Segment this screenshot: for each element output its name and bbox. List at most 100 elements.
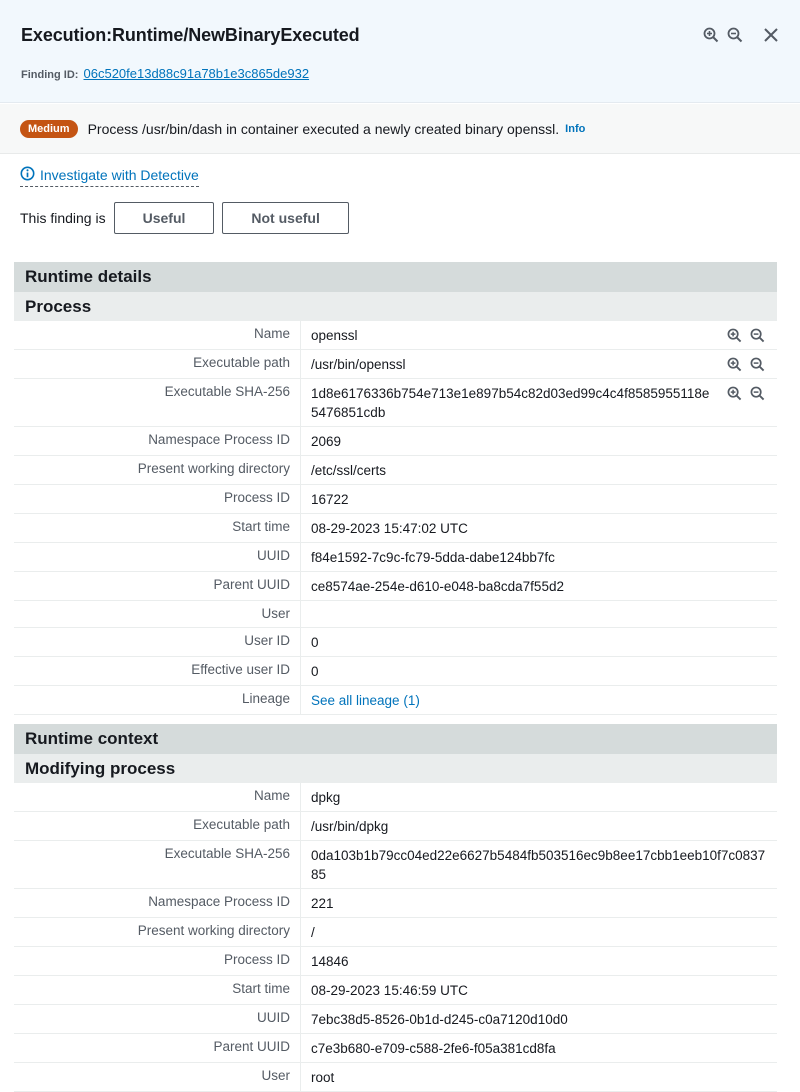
zoom-out-icon[interactable] (749, 327, 765, 343)
field-value: 0 (311, 635, 319, 650)
zoom-in-icon[interactable] (702, 26, 720, 44)
field-value-cell: 2069 (301, 427, 777, 455)
detective-link-label: Investigate with Detective (40, 167, 199, 183)
table-row: Present working directory/etc/ssl/certs (14, 456, 777, 485)
field-value-cell: 08-29-2023 15:46:59 UTC (301, 976, 777, 1004)
field-value-cell: 0 (301, 657, 777, 685)
table-row: Namespace Process ID 221 (14, 889, 777, 918)
filter-actions (719, 327, 765, 343)
finding-header: Execution:Runtime/NewBinaryExecuted Find… (0, 0, 800, 103)
table-row: Executable SHA-256 0da103b1b79cc04ed22e66… (14, 841, 777, 889)
field-value-cell: See all lineage (1) (301, 686, 777, 714)
field-value: c7e3b680-e709-c588-2fe6-f05a381cd8fa (311, 1041, 556, 1056)
table-row: User ID 0 (14, 628, 777, 657)
modifying-process-subtitle: Modifying process (14, 754, 777, 783)
zoom-out-icon[interactable] (726, 26, 744, 44)
severity-badge: Medium (20, 119, 78, 138)
field-value: openssl (311, 328, 358, 343)
field-value-cell: 221 (301, 889, 777, 917)
field-value: 0 (311, 664, 319, 679)
field-label: Parent UUID (14, 1034, 301, 1062)
table-row: Parent UUID c7e3b680-e709-c588-2fe6-f05a3… (14, 1034, 777, 1063)
finding-summary: Medium Process /usr/bin/dash in containe… (0, 104, 800, 154)
field-label: Start time (14, 514, 301, 542)
feedback-label: This finding is (20, 210, 106, 226)
finding-id-line: Finding ID: 06c520fe13d88c91a78b1e3c865d… (21, 66, 309, 81)
table-row: Process ID 14846 (14, 947, 777, 976)
zoom-in-icon[interactable] (726, 327, 742, 343)
field-value: /usr/bin/dpkg (311, 819, 389, 834)
field-value: 1d8e6176336b754e713e1e897b54c82d03ed99c4… (311, 386, 710, 420)
close-icon[interactable] (762, 26, 780, 44)
field-value: 08-29-2023 15:47:02 UTC (311, 521, 468, 536)
runtime-details-title: Runtime details (14, 262, 777, 292)
field-value-cell: /usr/bin/openssl (301, 350, 777, 378)
field-label: Executable path (14, 350, 301, 378)
runtime-details-section: Runtime details Process Name openssl Execu… (14, 262, 777, 715)
field-label: Present working directory (14, 918, 301, 946)
table-row: UUID 7ebc38d5-8526-0b1d-d245-c0a7120d10d0 (14, 1005, 777, 1034)
field-value-cell: / (301, 918, 777, 946)
field-label: Parent UUID (14, 572, 301, 600)
field-value: root (311, 1070, 335, 1085)
table-row: Name openssl (14, 321, 777, 350)
field-label: Present working directory (14, 456, 301, 484)
runtime-context-section: Runtime context Modifying process Name dp… (14, 724, 777, 1092)
table-row: User root (14, 1063, 777, 1092)
field-value: /usr/bin/openssl (311, 357, 406, 372)
feedback-bar: This finding is Useful Not useful (20, 202, 357, 234)
process-table: Name openssl Executable path/usr/bin/opens… (14, 321, 777, 715)
not-useful-button[interactable]: Not useful (222, 202, 349, 234)
header-actions (696, 26, 780, 44)
field-value: 2069 (311, 434, 342, 449)
table-row: Name dpkg (14, 783, 777, 812)
field-label: User (14, 1063, 301, 1091)
field-value-cell: root (301, 1063, 777, 1091)
zoom-out-icon[interactable] (749, 385, 765, 401)
zoom-out-icon[interactable] (749, 356, 765, 372)
table-row: Effective user ID 0 (14, 657, 777, 686)
field-label: UUID (14, 543, 301, 571)
field-label: Lineage (14, 686, 301, 714)
summary-text: Process /usr/bin/dash in container execu… (87, 120, 560, 137)
table-row: Lineage See all lineage (1) (14, 686, 777, 715)
field-value-cell: c7e3b680-e709-c588-2fe6-f05a381cd8fa (301, 1034, 777, 1062)
table-row: Executable path/usr/bin/dpkg (14, 812, 777, 841)
field-value: 14846 (311, 954, 349, 969)
field-value: ce8574ae-254e-d610-e048-ba8cda7f55d2 (311, 579, 564, 594)
field-value-cell: /usr/bin/dpkg (301, 812, 777, 840)
field-label: Executable path (14, 812, 301, 840)
finding-title: Execution:Runtime/NewBinaryExecuted (21, 25, 360, 45)
investigate-detective-link[interactable]: Investigate with Detective (20, 166, 199, 187)
finding-id-link[interactable]: 06c520fe13d88c91a78b1e3c865de932 (84, 66, 310, 81)
table-row: Parent UUID ce8574ae-254e-d610-e048-ba8cd… (14, 572, 777, 601)
field-label: Process ID (14, 947, 301, 975)
field-value-cell: 14846 (301, 947, 777, 975)
field-label: User ID (14, 628, 301, 656)
table-row: Present working directory / (14, 918, 777, 947)
info-link[interactable]: Info (565, 123, 585, 135)
filter-actions (719, 385, 765, 401)
field-label: UUID (14, 1005, 301, 1033)
modifying-process-table: Name dpkg Executable path/usr/bin/dpkg Exec… (14, 783, 777, 1092)
field-value: 08-29-2023 15:46:59 UTC (311, 983, 468, 998)
table-row: Executable path/usr/bin/openssl (14, 350, 777, 379)
field-value-cell: 0da103b1b79cc04ed22e6627b5484fb503516ec9… (301, 841, 777, 888)
table-row: Executable SHA-256 1d8e6176336b754e713e1e… (14, 379, 777, 427)
useful-button[interactable]: Useful (113, 202, 215, 234)
filter-actions (719, 356, 765, 372)
zoom-in-icon[interactable] (726, 356, 742, 372)
field-value-cell: 0 (301, 628, 777, 656)
field-value-cell: ce8574ae-254e-d610-e048-ba8cda7f55d2 (301, 572, 777, 600)
field-value: 221 (311, 896, 334, 911)
field-label: Executable SHA-256 (14, 379, 301, 426)
table-row: Namespace Process ID 2069 (14, 427, 777, 456)
table-row: Start time 08-29-2023 15:47:02 UTC (14, 514, 777, 543)
table-row: UUID f84e1592-7c9c-fc79-5dda-dabe124bb7fc (14, 543, 777, 572)
runtime-context-title: Runtime context (14, 724, 777, 754)
zoom-in-icon[interactable] (726, 385, 742, 401)
lineage-link[interactable]: See all lineage (1) (311, 691, 711, 710)
field-value: /etc/ssl/certs (311, 463, 387, 478)
table-row: Process ID 16722 (14, 485, 777, 514)
field-value-cell: 16722 (301, 485, 777, 513)
